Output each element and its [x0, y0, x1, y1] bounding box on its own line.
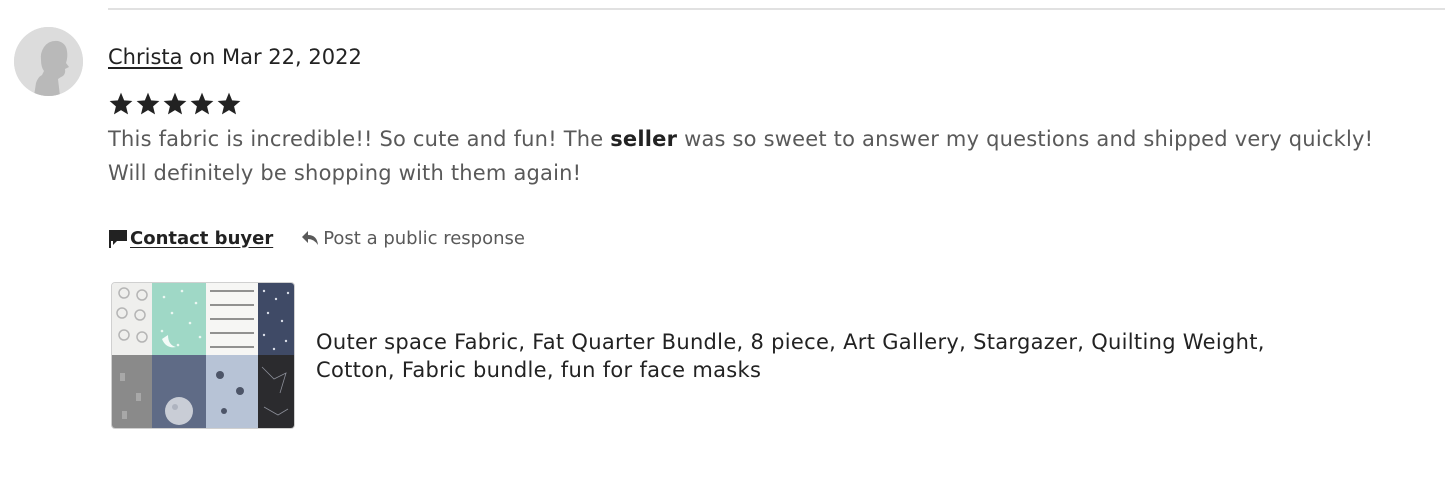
- reviewed-product-link[interactable]: Outer space Fabric, Fat Quarter Bundle, …: [111, 282, 1311, 429]
- post-public-response-label: Post a public response: [323, 227, 525, 249]
- review-byline: Christa on Mar 22, 2022: [108, 44, 362, 70]
- product-thumbnail[interactable]: [111, 282, 295, 429]
- review-actions: Contact buyer Post a public response: [108, 225, 525, 251]
- star-rating: [108, 90, 242, 122]
- star-icon: [109, 92, 133, 115]
- review-text-part: This fabric is incredible!! So cute and …: [108, 127, 611, 151]
- star-icon: [217, 92, 241, 115]
- reply-arrow-icon: [302, 231, 319, 245]
- contact-buyer-link[interactable]: Contact buyer: [108, 228, 273, 249]
- contact-buyer-label: Contact buyer: [130, 227, 274, 249]
- product-image: [112, 283, 294, 428]
- star-icon: [136, 92, 160, 115]
- person-silhouette-icon: [14, 27, 83, 96]
- reviewer-name-link[interactable]: Christa: [108, 45, 182, 69]
- star-icon: [190, 92, 214, 115]
- review-text-emphasis: seller: [610, 127, 678, 151]
- review-text: This fabric is incredible!! So cute and …: [108, 122, 1418, 190]
- section-divider: [108, 8, 1445, 10]
- avatar: [14, 27, 83, 96]
- star-icon: [163, 92, 187, 115]
- chat-flag-icon: [109, 230, 127, 248]
- product-title[interactable]: Outer space Fabric, Fat Quarter Bundle, …: [316, 328, 1276, 384]
- post-public-response-link[interactable]: Post a public response: [301, 228, 525, 249]
- review-date: on Mar 22, 2022: [189, 45, 362, 69]
